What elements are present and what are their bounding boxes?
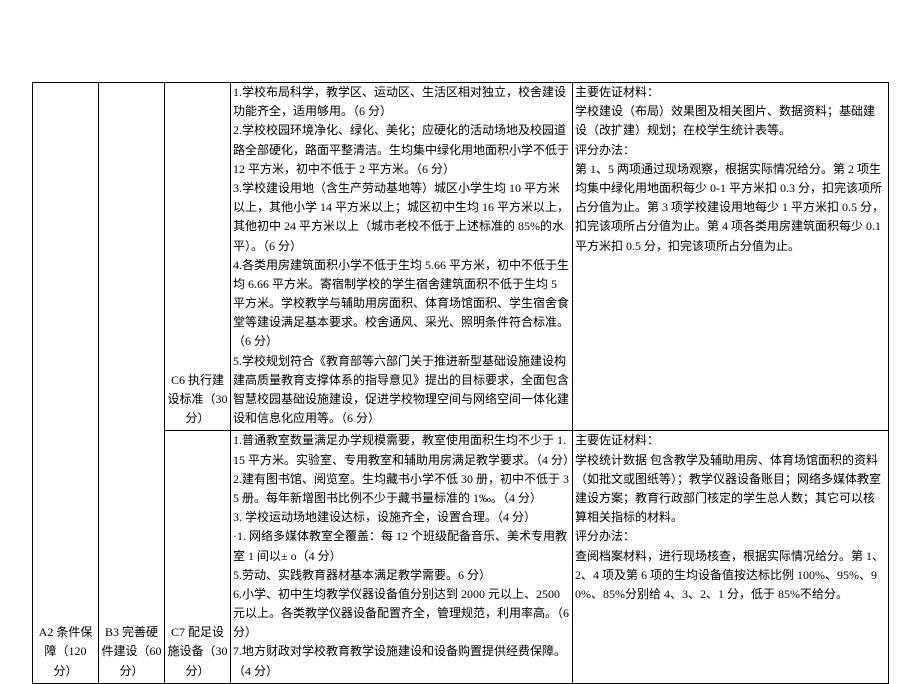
text: C6 执行建设标准（30 分） bbox=[167, 373, 227, 425]
text: 2.学校校园环境净化、绿化、美化；应硬化的活动场地及校园道路全部硬化，路面平整清… bbox=[233, 121, 570, 179]
text: 5.劳动、实践教育器材基本满足教学需要。6 分） bbox=[233, 566, 570, 585]
text: 6.小学、初中生均教学仪器设备值分别达到 2000 元以上、2500 元以上。各… bbox=[233, 585, 570, 643]
assessment-table: A2 条件保障（120 分） B3 完善硬件建设（60 分） C6 执行建设标准… bbox=[32, 82, 889, 684]
cell-a2: A2 条件保障（120 分） bbox=[33, 83, 99, 684]
cell-c7-evidence: 主要佐证材料： 学校统计数据 包含教学及辅助用房、体育场馆面积的资料（如批文或图… bbox=[573, 431, 889, 683]
text: 主要佐证材料： bbox=[575, 431, 886, 450]
text: 第 1、5 两项通过现场观察，根据实际情况给分。第 2 项生均集中绿化用地面积每… bbox=[575, 160, 886, 256]
text: 评分办法： bbox=[575, 141, 886, 160]
table-row: A2 条件保障（120 分） B3 完善硬件建设（60 分） C6 执行建设标准… bbox=[33, 83, 889, 431]
cell-c6: C6 执行建设标准（30 分） bbox=[165, 83, 231, 431]
text: 查阅档案材料，进行现场核查，根据实际情况给分。第 1、2、4 项及第 6 项的生… bbox=[575, 547, 886, 605]
text: 学校建设（布局）效果图及相关图片、数据资料；基础建设（改扩建）规划；在校学生统计… bbox=[575, 102, 886, 140]
text: 学校统计数据 包含教学及辅助用房、体育场馆面积的资料（如批文或图纸等）；教学仪器… bbox=[575, 451, 886, 528]
cell-c6-criteria: 1.学校布局科学，教学区、运动区、生活区相对独立，校舍建设功能齐全，适用够用。（… bbox=[231, 83, 573, 431]
text: 1.普通教室数量满足办学规模需要，教室使用面积生均不少于 1.15 平方米。实验… bbox=[233, 431, 570, 469]
text: B3 完善硬件建设（60 分） bbox=[101, 625, 161, 677]
text: 7.地方财政对学校教育教学设施建设和设备购置提供经费保障。（4 分） bbox=[233, 642, 570, 680]
text: A2 条件保障（120 分） bbox=[39, 625, 93, 677]
text: C7 配足设施设备（30 分） bbox=[167, 625, 227, 677]
text: 2.建有图书馆、阅览室。生均藏书小学不低 30 册，初中不低于 35 册。每年新… bbox=[233, 470, 570, 508]
document-page: A2 条件保障（120 分） B3 完善硬件建设（60 分） C6 执行建设标准… bbox=[0, 0, 920, 651]
text: 3. 学校运动场地建设达标，设施齐全，设置合理。（4 分） bbox=[233, 508, 570, 527]
cell-b3: B3 完善硬件建设（60 分） bbox=[99, 83, 165, 684]
text: ·1. 网络多媒体教室全覆盖：每 12 个班级配备音乐、美术专用教室 1 间以±… bbox=[233, 527, 570, 565]
text: 主要佐证材料： bbox=[575, 83, 886, 102]
text: 评分办法： bbox=[575, 527, 886, 546]
cell-c6-evidence: 主要佐证材料： 学校建设（布局）效果图及相关图片、数据资料；基础建设（改扩建）规… bbox=[573, 83, 889, 431]
text: 1.学校布局科学，教学区、运动区、生活区相对独立，校舍建设功能齐全，适用够用。（… bbox=[233, 83, 570, 121]
cell-c7: C7 配足设施设备（30 分） bbox=[165, 431, 231, 683]
cell-c7-criteria: 1.普通教室数量满足办学规模需要，教室使用面积生均不少于 1.15 平方米。实验… bbox=[231, 431, 573, 683]
text: 5.学校规划符合《教育部等六部门关于推进新型基础设施建设构建高质量教育支撑体系的… bbox=[233, 352, 570, 429]
text: 4.各类用房建筑面积小学不低于生均 5.66 平方米，初中不低于生均 6.66 … bbox=[233, 256, 570, 352]
text: 3.学校建设用地（含生产劳动基地等）城区小学生均 10 平方米以上，其他小学 1… bbox=[233, 179, 570, 256]
